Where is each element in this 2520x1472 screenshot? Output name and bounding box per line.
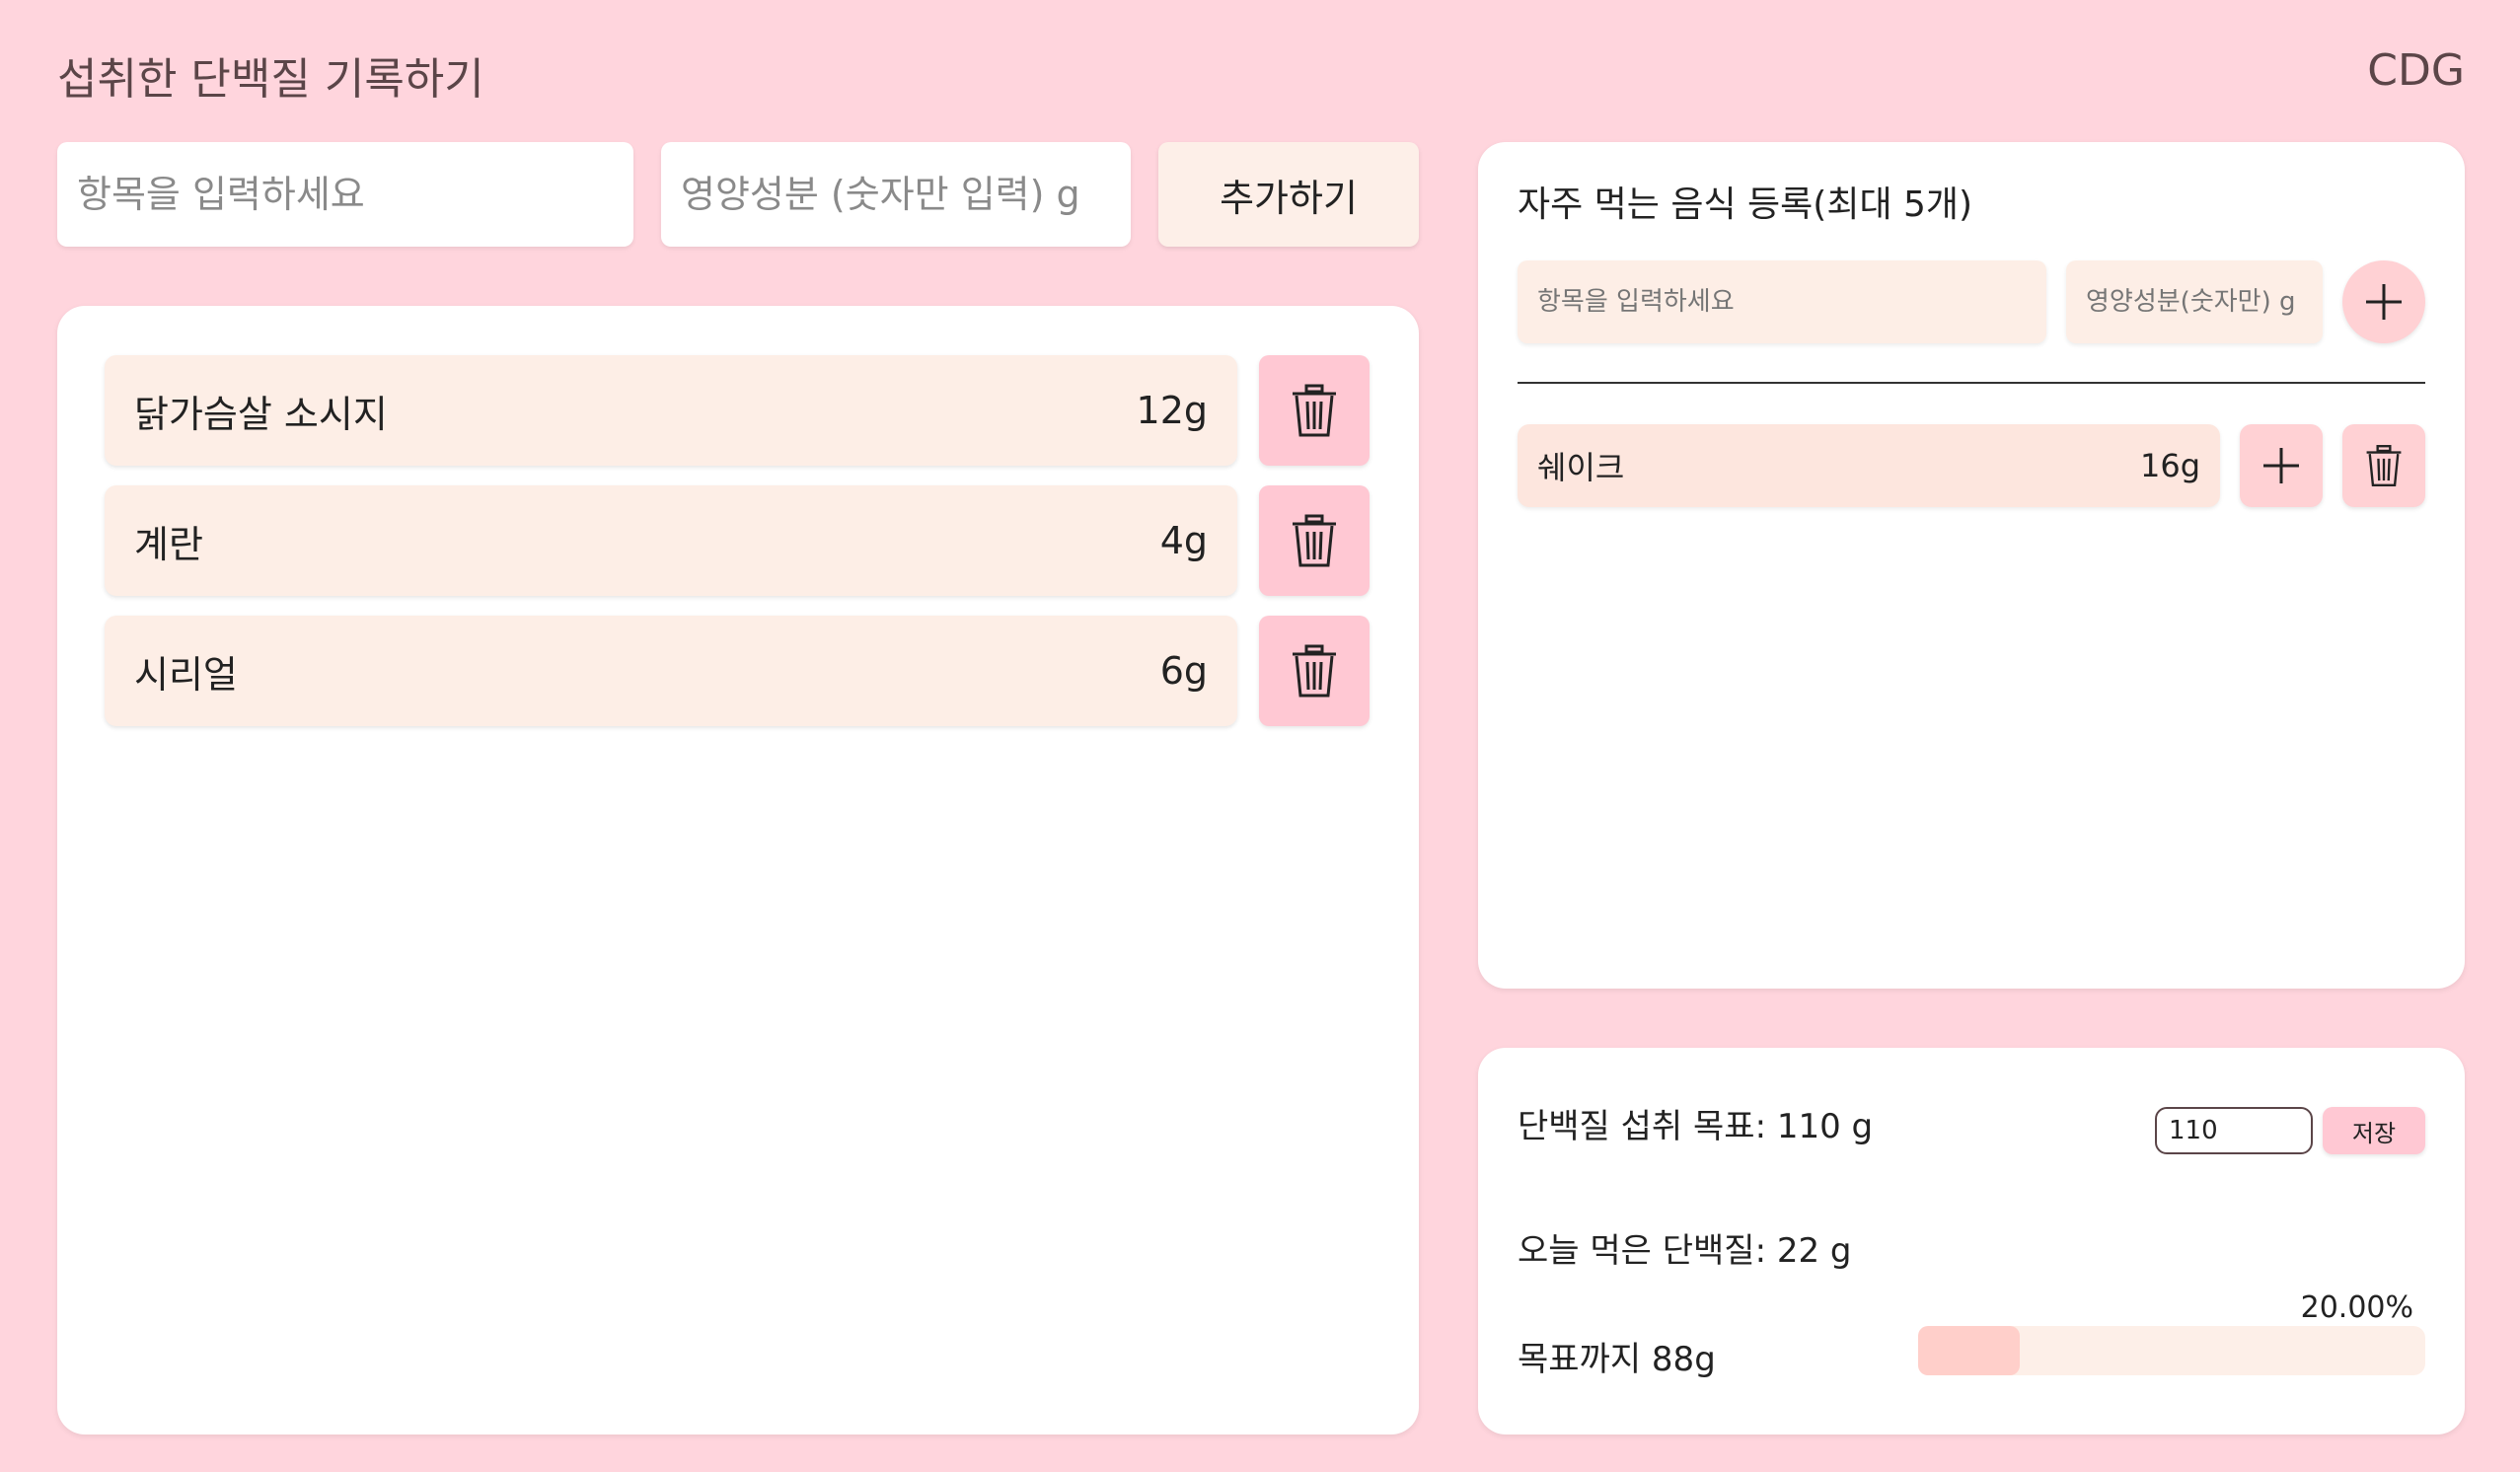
item-amount: 4g	[1159, 519, 1208, 562]
item-name: 닭가슴살 소시지	[134, 392, 388, 436]
favorites-card: 자주 먹는 음식 등록(최대 5개) 쉐이크 16g	[1478, 142, 2465, 989]
favorite-name: 쉐이크	[1537, 449, 1625, 486]
plus-icon	[2366, 284, 2402, 320]
list-item: 계란 4g	[105, 485, 1237, 596]
list-item: 닭가슴살 소시지 12g	[105, 355, 1237, 466]
page-title: 섭취한 단백질 기록하기	[57, 54, 484, 105]
app-logo: CDG	[2367, 45, 2465, 96]
quick-add-button[interactable]	[2240, 424, 2323, 507]
item-name: 계란	[134, 522, 203, 566]
intake-list-card: 닭가슴살 소시지 12g 계란 4g 시리얼 6g	[57, 306, 1419, 1435]
goal-label: 단백질 섭취 목표: 110 g	[1518, 1107, 1874, 1146]
delete-button[interactable]	[1259, 616, 1370, 726]
trash-icon	[1293, 384, 1336, 437]
favorite-item: 쉐이크 16g	[1518, 424, 2220, 507]
item-amount: 12g	[1136, 389, 1208, 432]
plus-icon	[2263, 448, 2299, 483]
eaten-label: 오늘 먹은 단백질: 22 g	[1518, 1231, 1852, 1271]
progress-percent: 20.00%	[2300, 1290, 2413, 1325]
favorite-amount: 16g	[2139, 447, 2200, 484]
item-amount: 6g	[1159, 649, 1208, 693]
favorite-protein-input[interactable]	[2066, 260, 2323, 343]
add-button[interactable]: 추가하기	[1158, 142, 1419, 247]
list-item: 시리얼 6g	[105, 616, 1237, 726]
delete-button[interactable]	[1259, 355, 1370, 466]
favorite-item-input[interactable]	[1518, 260, 2046, 343]
progress-bar	[1918, 1326, 2425, 1375]
delete-button[interactable]	[1259, 485, 1370, 596]
item-name: 시리얼	[134, 652, 238, 697]
add-favorite-button[interactable]	[2342, 260, 2425, 343]
trash-icon	[1293, 514, 1336, 567]
divider	[1518, 382, 2425, 384]
progress-fill	[1918, 1326, 2020, 1375]
goal-card: 단백질 섭취 목표: 110 g 110 저장 오늘 먹은 단백질: 22 g …	[1478, 1048, 2465, 1435]
protein-input[interactable]	[661, 142, 1131, 247]
trash-icon	[2366, 445, 2402, 486]
item-input[interactable]	[57, 142, 633, 247]
save-button[interactable]: 저장	[2323, 1107, 2425, 1154]
goal-input[interactable]: 110	[2155, 1107, 2313, 1154]
favorites-title: 자주 먹는 음식 등록(최대 5개)	[1518, 184, 1973, 225]
delete-favorite-button[interactable]	[2342, 424, 2425, 507]
trash-icon	[1293, 644, 1336, 698]
remaining-label: 목표까지 88g	[1518, 1340, 1716, 1379]
